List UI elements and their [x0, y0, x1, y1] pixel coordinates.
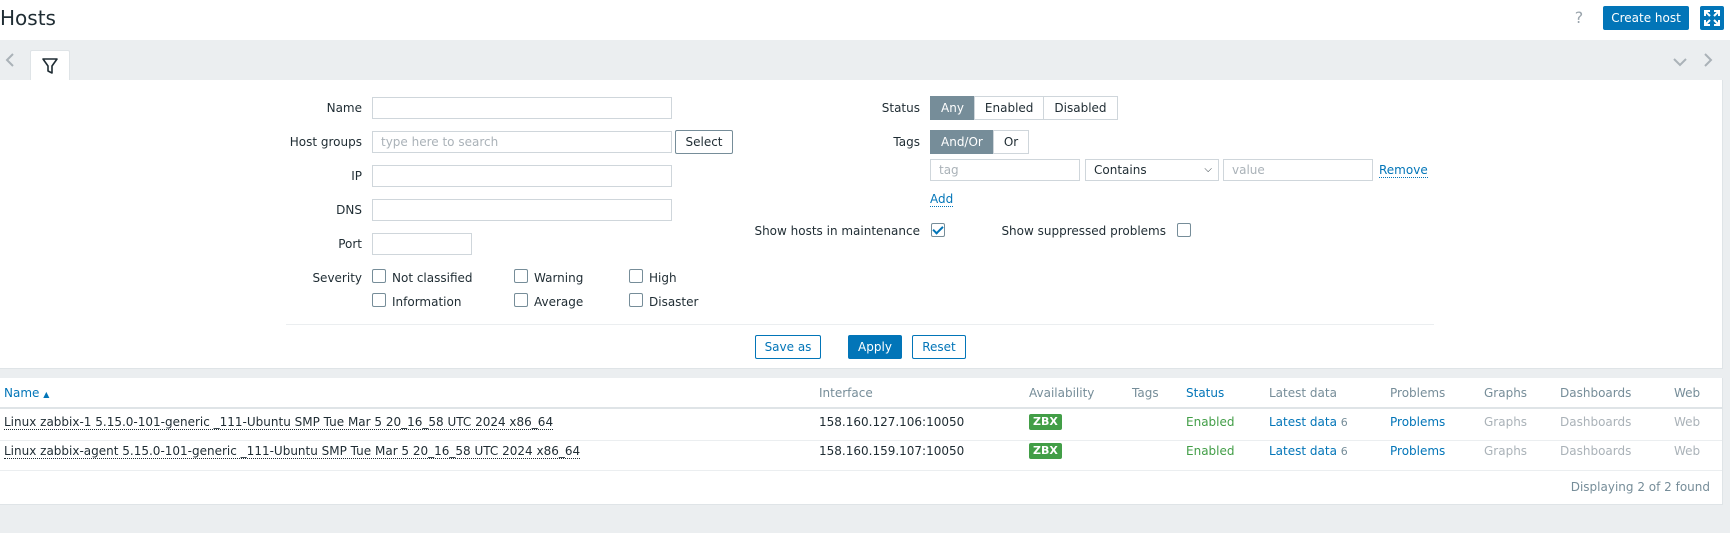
column-header-availability: Availability: [1029, 386, 1095, 400]
severity-option-label: Average: [534, 295, 584, 309]
severity-label: Severity: [312, 271, 362, 285]
host-name-link[interactable]: Linux zabbix-1 5.15.0-101-generic _111-U…: [4, 415, 554, 430]
web-link: Web: [1674, 444, 1701, 458]
suppressed-label: Show suppressed problems: [1001, 224, 1166, 238]
status-enabled-button[interactable]: Enabled: [973, 96, 1045, 120]
column-header-graphs: Graphs: [1484, 386, 1528, 400]
maintenance-label: Show hosts in maintenance: [754, 224, 920, 238]
help-icon[interactable]: ?: [1570, 8, 1588, 28]
severity-option-label: Information: [392, 295, 462, 309]
filter-tab-bar: [0, 40, 1730, 80]
severity-disaster-checkbox[interactable]: [629, 293, 643, 307]
host-interface: 158.160.159.107:10050: [819, 444, 965, 458]
status-disabled-button[interactable]: Disabled: [1043, 96, 1118, 120]
host-groups-input[interactable]: [372, 131, 672, 153]
column-header-tags: Tags: [1132, 386, 1159, 400]
column-header-interface: Interface: [819, 386, 873, 400]
save-as-button[interactable]: Save as: [755, 335, 821, 359]
tag-value-input[interactable]: [1223, 159, 1373, 181]
tags-or-button[interactable]: Or: [992, 130, 1030, 154]
latest-data-link[interactable]: Latest data 6: [1269, 444, 1348, 458]
column-header-dashboards: Dashboards: [1560, 386, 1632, 400]
port-label: Port: [338, 237, 362, 251]
chevron-down-icon: ⌵: [1204, 164, 1212, 175]
severity-not-classified-checkbox[interactable]: [372, 269, 386, 283]
filter-panel: Name Host groups Select IP DNS Port Seve…: [0, 80, 1723, 369]
availability-badge: ZBX: [1029, 414, 1062, 430]
dns-input[interactable]: [372, 199, 672, 221]
host-groups-label: Host groups: [289, 135, 362, 149]
web-link: Web: [1674, 415, 1701, 429]
hosts-table: Name ▲ Interface Availability Tags Statu…: [0, 378, 1723, 505]
column-header-status[interactable]: Status: [1186, 386, 1224, 400]
column-header-web: Web: [1674, 386, 1701, 400]
dashboards-link: Dashboards: [1560, 415, 1632, 429]
ip-label: IP: [351, 169, 362, 183]
tags-operator-control: And/Or Or: [930, 130, 1030, 154]
fullscreen-button[interactable]: [1700, 6, 1724, 30]
page-title: Hosts: [0, 6, 56, 30]
sort-ascending-icon: ▲: [43, 390, 50, 399]
availability-badge: ZBX: [1029, 443, 1062, 459]
filter-tab[interactable]: [30, 50, 70, 82]
column-header-latest-data: Latest data: [1269, 386, 1337, 400]
dashboards-link: Dashboards: [1560, 444, 1632, 458]
port-input[interactable]: [372, 233, 472, 255]
row-divider: [0, 440, 1722, 441]
create-host-button[interactable]: Create host: [1603, 6, 1689, 30]
chevron-down-icon[interactable]: [1672, 56, 1688, 68]
column-header-problems: Problems: [1390, 386, 1446, 400]
severity-warning-checkbox[interactable]: [514, 269, 528, 283]
graphs-link: Graphs: [1484, 415, 1528, 429]
status-any-button[interactable]: Any: [930, 96, 975, 120]
severity-option-label: High: [649, 271, 677, 285]
host-name-link[interactable]: Linux zabbix-agent 5.15.0-101-generic _1…: [4, 444, 581, 459]
apply-button[interactable]: Apply: [848, 335, 902, 359]
tags-and-or-button[interactable]: And/Or: [930, 130, 994, 154]
name-input[interactable]: [372, 97, 672, 119]
chevron-right-icon[interactable]: [1700, 52, 1714, 68]
column-header-name[interactable]: Name ▲: [4, 386, 49, 400]
dns-label: DNS: [336, 203, 362, 217]
row-divider: [0, 470, 1722, 471]
severity-option-label: Not classified: [392, 271, 473, 285]
maintenance-checkbox[interactable]: [931, 223, 945, 237]
table-footer-count: Displaying 2 of 2 found: [1570, 480, 1710, 494]
problems-link[interactable]: Problems: [1390, 415, 1445, 429]
filter-icon: [42, 58, 58, 74]
status-label: Status: [881, 101, 920, 115]
tag-add-link[interactable]: Add: [930, 192, 954, 207]
page-header: Hosts ? Create host: [0, 0, 1730, 40]
reset-button[interactable]: Reset: [912, 335, 966, 359]
severity-option-label: Disaster: [649, 295, 699, 309]
host-groups-select-button[interactable]: Select: [675, 130, 733, 154]
host-interface: 158.160.127.106:10050: [819, 415, 965, 429]
status-segmented-control: Any Enabled Disabled: [930, 96, 1118, 120]
tag-remove-link[interactable]: Remove: [1379, 163, 1428, 178]
latest-data-link[interactable]: Latest data 6: [1269, 415, 1348, 429]
name-label: Name: [326, 101, 362, 115]
host-status-toggle[interactable]: Enabled: [1186, 444, 1235, 458]
latest-data-count: 6: [1340, 445, 1348, 458]
filter-divider: [286, 324, 1434, 325]
severity-information-checkbox[interactable]: [372, 293, 386, 307]
problems-link[interactable]: Problems: [1390, 444, 1445, 458]
latest-data-count: 6: [1340, 416, 1348, 429]
fullscreen-icon: [1704, 10, 1720, 26]
graphs-link: Graphs: [1484, 444, 1528, 458]
table-header-divider: [0, 407, 1722, 409]
tags-label: Tags: [893, 135, 920, 149]
tag-operator-value: Contains: [1094, 163, 1147, 177]
severity-average-checkbox[interactable]: [514, 293, 528, 307]
ip-input[interactable]: [372, 165, 672, 187]
tag-operator-select[interactable]: Contains ⌵: [1085, 159, 1219, 181]
chevron-left-icon[interactable]: [4, 52, 18, 68]
severity-high-checkbox[interactable]: [629, 269, 643, 283]
suppressed-checkbox[interactable]: [1177, 223, 1191, 237]
tag-name-input[interactable]: [930, 159, 1080, 181]
severity-option-label: Warning: [534, 271, 584, 285]
host-status-toggle[interactable]: Enabled: [1186, 415, 1235, 429]
